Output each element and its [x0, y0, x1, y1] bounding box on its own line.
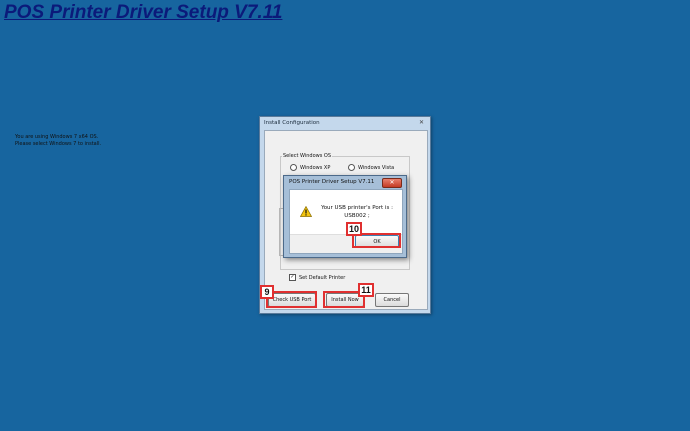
radio-label: Windows Vista: [358, 164, 395, 171]
checkbox-checked-icon: ✓: [289, 274, 296, 281]
message-text: Your USB printer's Port is : USB002 ;: [316, 204, 398, 220]
warning-icon: [300, 206, 312, 217]
step-callout-10: 10: [346, 222, 362, 236]
close-icon[interactable]: ✕: [417, 120, 426, 126]
message-line-1: Your USB printer's Port is :: [321, 205, 393, 211]
step-callout-9: 9: [260, 285, 274, 299]
set-default-printer-checkbox[interactable]: ✓ Set Default Printer: [289, 274, 345, 281]
radio-circle-icon: [290, 164, 297, 171]
os-info-line-1: You are using Windows 7 x64 OS.: [15, 134, 99, 140]
page-title: POS Printer Driver Setup V7.11: [4, 2, 283, 23]
radio-label: Windows XP: [300, 164, 331, 171]
dialog-title: Install Configuration: [264, 120, 320, 126]
os-info-text: You are using Windows 7 x64 OS. Please s…: [15, 134, 101, 148]
cancel-button[interactable]: Cancel: [375, 293, 409, 307]
radio-windows-xp[interactable]: Windows XP: [290, 164, 330, 171]
message-box-title: POS Printer Driver Setup V7.11: [289, 179, 375, 185]
radio-windows-vista[interactable]: Windows Vista: [348, 164, 394, 171]
os-select-group-label: Select Windows OS: [282, 153, 333, 159]
checkbox-label: Set Default Printer: [299, 274, 346, 281]
step-callout-11: 11: [358, 283, 374, 297]
radio-circle-icon: [348, 164, 355, 171]
os-info-line-2: Please select Windows 7 to install.: [15, 141, 102, 147]
close-icon[interactable]: ✕: [382, 178, 402, 188]
message-line-2: USB002 ;: [344, 213, 370, 219]
